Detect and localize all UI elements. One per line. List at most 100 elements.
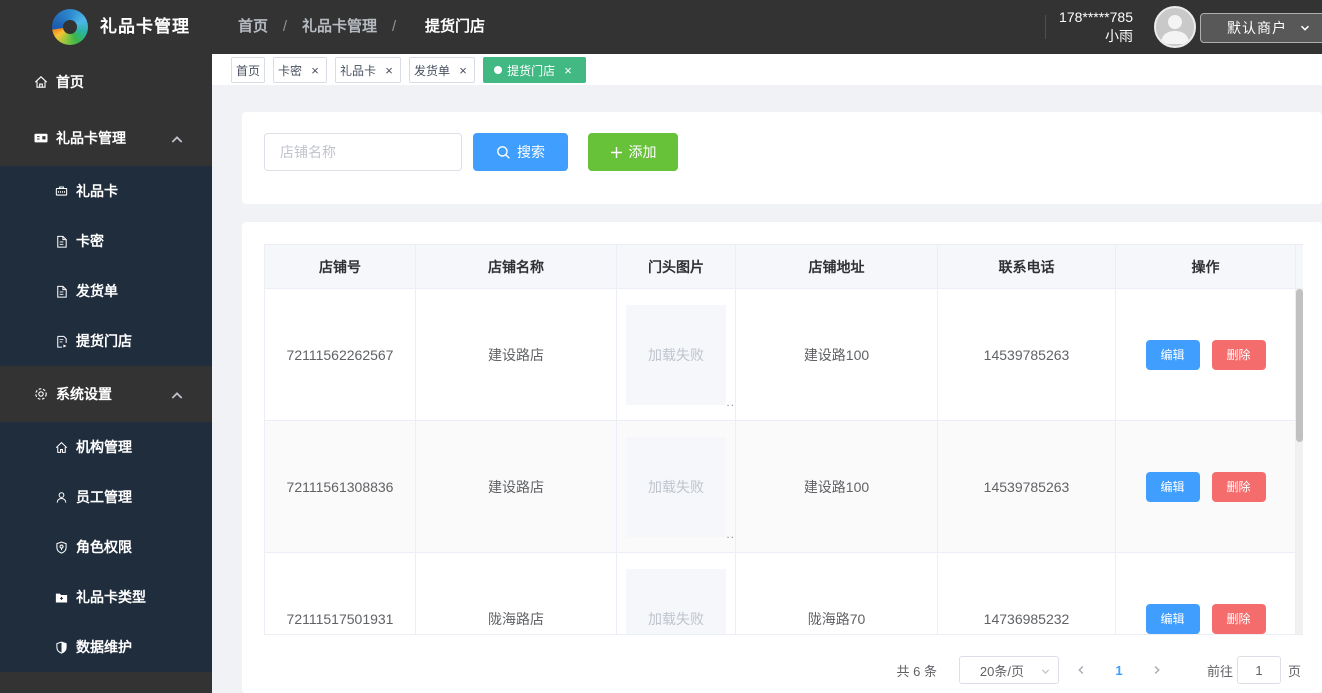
close-icon[interactable]: ×	[456, 63, 470, 77]
add-button[interactable]: 添加	[588, 133, 678, 171]
merchant-label: 默认商户	[1227, 20, 1287, 36]
sidebar-item-label: 角色权限	[76, 539, 132, 555]
breadcrumb-giftcard[interactable]: 礼品卡管理	[302, 18, 377, 35]
cell-store-address: 建设路100	[736, 289, 938, 420]
document-icon	[57, 285, 67, 298]
tab-pickup-store[interactable]: 提货门店 ×	[483, 57, 587, 83]
close-icon[interactable]: ×	[561, 63, 575, 77]
search-icon	[497, 145, 510, 159]
image-error-placeholder: 加载失败..	[626, 568, 726, 634]
table-header-row: 店铺号 店铺名称 门头图片 店铺地址 联系电话 操作	[264, 244, 1303, 289]
plus-icon	[610, 146, 622, 158]
store-doc-icon	[57, 335, 67, 348]
col-store-phone: 联系电话	[938, 245, 1116, 288]
scrollbar-thumb[interactable]	[1296, 289, 1303, 442]
shield-half-icon	[56, 641, 67, 654]
tab-label: 礼品卡	[340, 63, 377, 78]
sidebar-item-label: 礼品卡	[76, 183, 118, 199]
sidebar-item-label: 首页	[56, 74, 84, 90]
search-card: 搜索 添加	[242, 112, 1322, 204]
image-error-placeholder: 加载失败..	[626, 436, 734, 541]
tab-label: 发货单	[414, 63, 451, 78]
cell-actions: 编辑 删除	[1116, 553, 1295, 634]
sidebar-item-label: 卡密	[76, 233, 104, 249]
table-card: 店铺号 店铺名称 门头图片 店铺地址 联系电话 操作 7211156226256…	[242, 222, 1322, 693]
person-icon	[56, 491, 67, 503]
cell-store-address: 陇海路70	[736, 553, 938, 634]
tab-shipment[interactable]: 发货单 ×	[409, 57, 476, 83]
sidebar-item-home[interactable]: 首页	[0, 54, 212, 110]
cell-store-name: 建设路店	[416, 421, 617, 552]
tab-home[interactable]: 首页	[231, 57, 266, 83]
col-store-name: 店铺名称	[416, 245, 617, 288]
tab-giftcard[interactable]: 礼品卡 ×	[335, 57, 402, 83]
breadcrumb-home[interactable]: 首页	[238, 18, 268, 35]
cell-store-address: 建设路100	[736, 421, 938, 552]
sidebar-item-data-maintenance[interactable]: 数据维护	[0, 622, 212, 672]
sidebar-item-giftcard[interactable]: 礼品卡	[0, 166, 212, 216]
page-size-select[interactable]: 20条/页	[958, 656, 1059, 684]
add-button-label: 添加	[628, 144, 657, 160]
sidebar-item-pickup-store[interactable]: 提货门店	[0, 316, 212, 366]
breadcrumb-separator: /	[282, 18, 288, 35]
merchant-select-button[interactable]: 默认商户	[1200, 13, 1322, 43]
table-scrollbar[interactable]	[1296, 289, 1303, 634]
home-icon	[34, 76, 48, 88]
user-info: 178*****785 小雨	[1023, 8, 1133, 46]
cell-store-no: 72111562262567	[265, 289, 416, 420]
store-name-input[interactable]	[264, 133, 462, 171]
chevron-left-icon	[1078, 665, 1084, 675]
chevron-down-icon	[1041, 669, 1050, 674]
stores-table: 店铺号 店铺名称 门头图片 店铺地址 联系电话 操作 7211156226256…	[264, 244, 1303, 635]
edit-button[interactable]: 编辑	[1145, 471, 1200, 502]
image-alt-dots: ..	[726, 526, 735, 541]
sidebar-item-label: 员工管理	[76, 489, 132, 505]
goto-page-input[interactable]	[1236, 656, 1281, 684]
image-alt-dots: ..	[726, 394, 735, 409]
cell-store-image: 加载失败..	[617, 553, 736, 634]
table-body: 72111562262567 建设路店 加载失败.. 建设路100 145397…	[264, 289, 1303, 635]
sidebar-submenu-giftcard: 礼品卡 卡密 发货单 提货门店	[0, 166, 212, 366]
user-name: 小雨	[1105, 28, 1133, 44]
avatar[interactable]	[1154, 6, 1196, 48]
sidebar-item-cardkey[interactable]: 卡密	[0, 216, 212, 266]
sidebar-item-label: 数据维护	[76, 639, 132, 655]
user-icon	[1161, 15, 1189, 44]
folder-plus-icon	[55, 593, 68, 602]
cell-actions: 编辑 删除	[1116, 289, 1295, 420]
active-dot-icon	[494, 66, 503, 74]
sidebar-item-staff[interactable]: 员工管理	[0, 472, 212, 522]
close-icon[interactable]: ×	[382, 63, 396, 77]
search-button[interactable]: 搜索	[473, 133, 568, 171]
cell-store-image: 加载失败..	[617, 289, 736, 420]
header-gutter	[1296, 245, 1303, 288]
page-number[interactable]: 1	[1103, 663, 1135, 678]
sidebar-item-giftcard-group[interactable]: 礼品卡管理	[0, 110, 212, 166]
prev-page-button[interactable]	[1059, 664, 1103, 676]
sidebar-item-label: 礼品卡管理	[56, 130, 126, 146]
sidebar-item-label: 提货门店	[76, 333, 132, 349]
tags-view-bar: 首页 卡密 × 礼品卡 × 发货单 × 提货门店 ×	[212, 54, 1322, 85]
sidebar-item-giftcard-types[interactable]: 礼品卡类型	[0, 572, 212, 622]
header: 礼品卡管理 首页 / 礼品卡管理 / 提货门店 178*****785 小雨 默认商户	[0, 0, 1322, 54]
sidebar-item-settings-group[interactable]: 系统设置	[0, 366, 212, 422]
sidebar-item-roles[interactable]: 角色权限	[0, 522, 212, 572]
app-title: 礼品卡管理	[100, 17, 190, 36]
edit-button[interactable]: 编辑	[1145, 603, 1200, 634]
next-page-button[interactable]	[1135, 664, 1179, 676]
delete-button[interactable]: 删除	[1211, 471, 1266, 502]
delete-button[interactable]: 删除	[1211, 603, 1266, 634]
sidebar-item-shipment[interactable]: 发货单	[0, 266, 212, 316]
cell-actions: 编辑 删除	[1116, 421, 1295, 552]
close-icon[interactable]: ×	[308, 63, 322, 77]
edit-button[interactable]: 编辑	[1145, 339, 1200, 370]
sidebar-item-org[interactable]: 机构管理	[0, 422, 212, 472]
chevron-down-icon	[1300, 25, 1310, 31]
sidebar-item-label: 系统设置	[56, 386, 112, 402]
shield-badge-icon	[56, 541, 67, 554]
search-button-label: 搜索	[517, 144, 545, 160]
delete-button[interactable]: 删除	[1211, 339, 1266, 370]
page-unit-label: 页	[1287, 663, 1301, 679]
image-error-text: 加载失败	[648, 610, 704, 627]
tab-cardkey[interactable]: 卡密 ×	[273, 57, 328, 83]
